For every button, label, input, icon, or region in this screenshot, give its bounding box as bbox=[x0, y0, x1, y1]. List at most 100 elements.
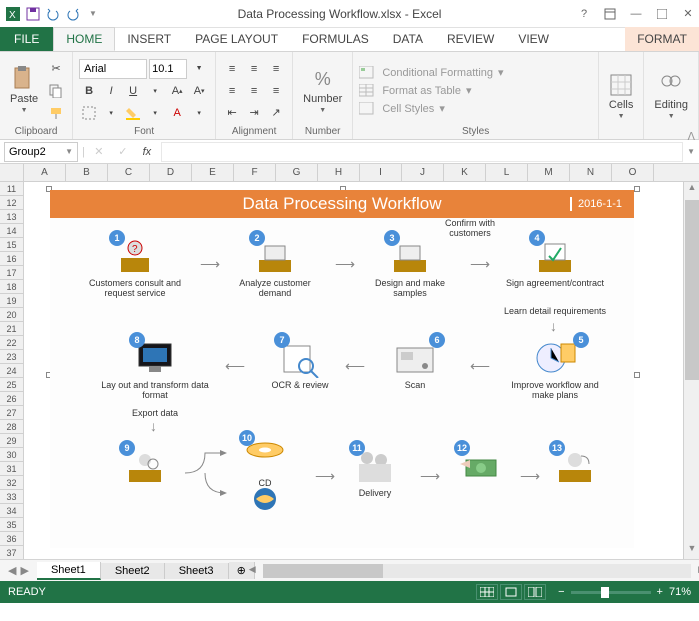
tab-review[interactable]: REVIEW bbox=[435, 27, 506, 51]
tab-page-layout[interactable]: PAGE LAYOUT bbox=[183, 27, 290, 51]
enter-icon[interactable]: ✓ bbox=[113, 142, 133, 162]
fill-color-button[interactable] bbox=[123, 103, 143, 123]
wf-node-3[interactable]: 3 Design and make samples bbox=[360, 236, 460, 298]
align-right-icon[interactable]: ≡ bbox=[266, 81, 286, 101]
align-bottom-icon[interactable]: ≡ bbox=[266, 59, 286, 79]
row-header[interactable]: 20 bbox=[0, 308, 23, 322]
close-icon[interactable]: ✕ bbox=[681, 7, 695, 21]
tab-insert[interactable]: INSERT bbox=[115, 27, 183, 51]
font-name-select[interactable] bbox=[79, 59, 147, 79]
name-box[interactable]: Group2▼ bbox=[4, 142, 78, 162]
row-header[interactable]: 18 bbox=[0, 280, 23, 294]
tab-home[interactable]: HOME bbox=[53, 27, 115, 51]
tab-format[interactable]: FORMAT bbox=[625, 27, 699, 51]
sheet-tab-1[interactable]: Sheet1 bbox=[37, 562, 101, 580]
prev-sheet-icon[interactable]: ◀ bbox=[8, 564, 16, 577]
wf-node-1[interactable]: 1? Customers consult and request service bbox=[80, 236, 190, 298]
cells-area[interactable]: Data Processing Workflow 2016-1-1 1? Cus… bbox=[24, 182, 683, 559]
col-header[interactable]: H bbox=[318, 164, 360, 181]
row-header[interactable]: 26 bbox=[0, 392, 23, 406]
workflow-banner[interactable]: Data Processing Workflow 2016-1-1 bbox=[50, 190, 634, 218]
wf-node-9[interactable]: 9 bbox=[105, 446, 185, 488]
align-center-icon[interactable]: ≡ bbox=[244, 81, 264, 101]
copy-icon[interactable] bbox=[46, 81, 66, 101]
vertical-scrollbar[interactable]: ▲ ▼ bbox=[683, 182, 699, 559]
align-left-icon[interactable]: ≡ bbox=[222, 81, 242, 101]
col-header[interactable]: F bbox=[234, 164, 276, 181]
col-header[interactable]: E bbox=[192, 164, 234, 181]
wf-node-7[interactable]: 7 OCR & review bbox=[260, 338, 340, 390]
bold-button[interactable]: B bbox=[79, 81, 99, 101]
formula-input[interactable] bbox=[161, 142, 683, 162]
number-format-button[interactable]: % Number ▼ bbox=[299, 65, 346, 116]
wf-node-11[interactable]: 11 Delivery bbox=[340, 446, 410, 498]
cells-button[interactable]: Cells ▼ bbox=[605, 71, 637, 122]
qat-dropdown-icon[interactable]: ▼ bbox=[84, 5, 102, 23]
sheet-tab-3[interactable]: Sheet3 bbox=[165, 563, 229, 579]
row-header[interactable]: 32 bbox=[0, 476, 23, 490]
tab-view[interactable]: VIEW bbox=[506, 27, 561, 51]
zoom-in-icon[interactable]: + bbox=[657, 586, 663, 598]
row-header[interactable]: 11 bbox=[0, 182, 23, 196]
expand-formula-icon[interactable]: ▼ bbox=[687, 147, 695, 156]
horizontal-scrollbar[interactable]: ◀ ▶ bbox=[263, 564, 691, 578]
select-all-corner[interactable] bbox=[0, 164, 24, 181]
italic-button[interactable]: I bbox=[101, 81, 121, 101]
col-header[interactable]: J bbox=[402, 164, 444, 181]
wf-node-8[interactable]: 8 Lay out and transform data format bbox=[90, 338, 220, 400]
collapse-ribbon-icon[interactable]: ᐱ bbox=[687, 130, 695, 143]
wf-node-5[interactable]: 5 Improve workflow and make plans bbox=[500, 338, 610, 400]
zoom-control[interactable]: − + 71% bbox=[558, 586, 691, 598]
help-icon[interactable]: ? bbox=[577, 7, 591, 21]
paste-button[interactable]: Paste ▼ bbox=[6, 65, 42, 116]
tab-data[interactable]: DATA bbox=[381, 27, 435, 51]
row-header[interactable]: 30 bbox=[0, 448, 23, 462]
zoom-level[interactable]: 71% bbox=[669, 586, 691, 598]
sheet-tab-2[interactable]: Sheet2 bbox=[101, 563, 165, 579]
zoom-slider[interactable] bbox=[571, 591, 651, 594]
row-header[interactable]: 29 bbox=[0, 434, 23, 448]
selection-handle[interactable] bbox=[634, 372, 640, 378]
row-header[interactable]: 14 bbox=[0, 224, 23, 238]
wf-node-2[interactable]: 2 Analyze customer demand bbox=[225, 236, 325, 298]
selection-handle[interactable] bbox=[634, 186, 640, 192]
row-header[interactable]: 13 bbox=[0, 210, 23, 224]
decrease-font-icon[interactable]: A▾ bbox=[189, 81, 209, 101]
ribbon-options-icon[interactable] bbox=[603, 7, 617, 21]
row-header[interactable]: 22 bbox=[0, 336, 23, 350]
font-color-button[interactable]: A bbox=[167, 103, 187, 123]
row-header[interactable]: 33 bbox=[0, 490, 23, 504]
decrease-indent-icon[interactable]: ⇤ bbox=[222, 103, 242, 123]
workflow-diagram[interactable]: 1? Customers consult and request service… bbox=[50, 218, 634, 548]
align-middle-icon[interactable]: ≡ bbox=[244, 59, 264, 79]
row-header[interactable]: 16 bbox=[0, 252, 23, 266]
zoom-out-icon[interactable]: − bbox=[558, 586, 564, 598]
tab-file[interactable]: FILE bbox=[0, 27, 53, 51]
excel-icon[interactable]: X bbox=[4, 5, 22, 23]
cell-styles-button[interactable]: Cell Styles ▾ bbox=[359, 102, 503, 116]
undo-icon[interactable] bbox=[44, 5, 62, 23]
format-painter-icon[interactable] bbox=[46, 103, 66, 123]
col-header[interactable]: I bbox=[360, 164, 402, 181]
conditional-formatting-button[interactable]: Conditional Formatting ▾ bbox=[359, 66, 503, 80]
row-header[interactable]: 36 bbox=[0, 532, 23, 546]
normal-view-icon[interactable] bbox=[476, 584, 498, 600]
save-icon[interactable] bbox=[24, 5, 42, 23]
row-header[interactable]: 28 bbox=[0, 420, 23, 434]
redo-icon[interactable] bbox=[64, 5, 82, 23]
col-header[interactable]: G bbox=[276, 164, 318, 181]
row-header[interactable]: 34 bbox=[0, 504, 23, 518]
cancel-icon[interactable]: ✕ bbox=[89, 142, 109, 162]
editing-button[interactable]: Editing ▼ bbox=[650, 71, 692, 122]
row-header[interactable]: 25 bbox=[0, 378, 23, 392]
wf-node-4[interactable]: 4 Sign agreement/contract bbox=[500, 236, 610, 288]
row-header[interactable]: 17 bbox=[0, 266, 23, 280]
row-header[interactable]: 15 bbox=[0, 238, 23, 252]
underline-button[interactable]: U bbox=[123, 81, 143, 101]
row-header[interactable]: 31 bbox=[0, 462, 23, 476]
col-header[interactable]: D bbox=[150, 164, 192, 181]
col-header[interactable]: N bbox=[570, 164, 612, 181]
page-break-view-icon[interactable] bbox=[524, 584, 546, 600]
wf-node-12[interactable]: 12 bbox=[445, 446, 515, 488]
sheet-nav[interactable]: ◀▶ bbox=[0, 564, 37, 577]
